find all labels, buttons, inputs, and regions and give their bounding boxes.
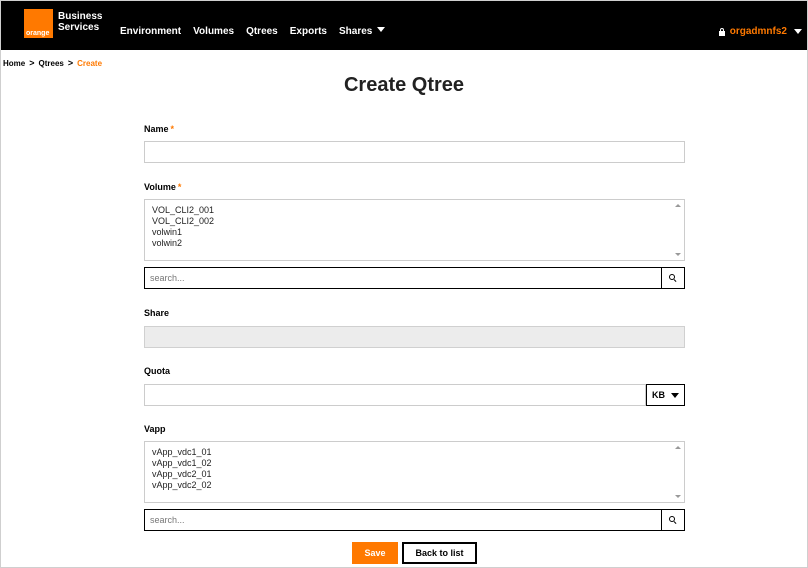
chevron-down-icon (377, 27, 386, 32)
lock-icon (718, 27, 725, 36)
quota-unit-select[interactable]: KB (646, 384, 685, 406)
user-menu[interactable]: orgadmnfs2 (718, 26, 802, 37)
brand-line-1: Business (58, 11, 103, 22)
brand-name: Business Services (58, 11, 102, 33)
orange-logo[interactable]: orange (24, 9, 53, 38)
vapp-search-button[interactable] (661, 510, 684, 530)
nav-item-shares-label: Shares (338, 26, 373, 37)
vapp-option[interactable]: vApp_vdc2_01 (152, 469, 677, 480)
share-label: Share (144, 308, 170, 318)
breadcrumb-separator: > (29, 58, 35, 68)
username: orgadmnfs2 (729, 26, 787, 37)
main-nav: Environment Volumes Qtrees Exports Share… (120, 26, 386, 37)
vapp-listbox[interactable]: vApp_vdc1_01 vApp_vdc1_02 vApp_vdc2_01 v… (144, 441, 685, 503)
quota-label: Quota (144, 366, 170, 376)
brand-line-2: Services (58, 22, 100, 33)
quota-input[interactable] (144, 384, 646, 406)
page-title: Create Qtree (343, 74, 465, 96)
volume-label-text: Volume (144, 182, 176, 192)
volume-listbox[interactable]: VOL_CLI2_001 VOL_CLI2_002 volwin1 volwin… (144, 199, 685, 261)
vapp-option[interactable]: vApp_vdc2_02 (152, 480, 677, 491)
volume-option[interactable]: volwin1 (152, 227, 677, 238)
chevron-down-icon (671, 392, 679, 398)
back-to-list-button[interactable]: Back to list (402, 542, 477, 564)
volume-option[interactable]: VOL_CLI2_002 (152, 216, 677, 227)
vapp-search-input[interactable] (145, 510, 661, 530)
scroll-down-arrow[interactable] (675, 495, 681, 498)
volume-option[interactable]: VOL_CLI2_001 (152, 205, 677, 216)
quota-unit-value: KB (652, 390, 665, 400)
scroll-down-arrow[interactable] (675, 253, 681, 256)
vapp-search (144, 509, 685, 531)
nav-item-volumes[interactable]: Volumes (193, 26, 234, 37)
search-icon (669, 516, 677, 524)
search-icon (669, 274, 677, 282)
name-input[interactable] (144, 141, 685, 163)
volume-search (144, 267, 685, 289)
name-label: Name * (144, 124, 174, 134)
nav-item-environment[interactable]: Environment (120, 26, 181, 37)
logo-word: orange (26, 30, 50, 37)
name-label-text: Name (144, 124, 169, 134)
vapp-option[interactable]: vApp_vdc1_01 (152, 447, 677, 458)
vapp-option[interactable]: vApp_vdc1_02 (152, 458, 677, 469)
vapp-label: Vapp (144, 424, 166, 434)
share-input (144, 326, 685, 348)
breadcrumb-qtrees[interactable]: Qtrees (39, 59, 64, 68)
nav-item-shares[interactable]: Shares (338, 26, 386, 37)
scroll-up-arrow[interactable] (675, 446, 681, 449)
breadcrumb-separator: > (67, 58, 74, 68)
required-marker: * (170, 124, 175, 134)
volume-search-input[interactable] (145, 268, 661, 288)
volume-label: Volume * (144, 182, 181, 192)
volume-search-button[interactable] (661, 268, 684, 288)
breadcrumb: Home > Qtrees > Create (3, 58, 102, 68)
top-navigation-bar: orange Business Services Environment Vol… (1, 1, 807, 50)
nav-item-exports[interactable]: Exports (290, 26, 327, 37)
scroll-up-arrow[interactable] (675, 204, 681, 207)
volume-option[interactable]: volwin2 (152, 238, 677, 249)
required-marker: * (177, 182, 182, 192)
save-button[interactable]: Save (352, 542, 398, 564)
breadcrumb-home[interactable]: Home (3, 59, 25, 68)
chevron-down-icon (794, 29, 802, 34)
breadcrumb-current: Create (77, 58, 103, 68)
nav-item-qtrees[interactable]: Qtrees (246, 26, 278, 37)
